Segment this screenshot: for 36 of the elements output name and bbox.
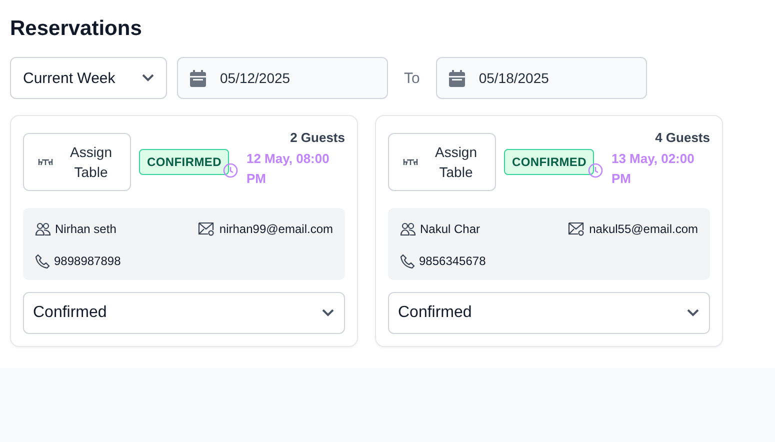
clock-icon [588, 163, 604, 178]
status-badge: CONFIRMED [504, 149, 594, 175]
people-icon [400, 222, 416, 236]
phone-icon [35, 254, 50, 268]
status-dropdown[interactable]: Confirmed [388, 292, 710, 334]
people-icon [35, 222, 51, 236]
from-date-field[interactable]: 05/12/2025 [177, 57, 388, 99]
assign-table-button[interactable]: Assign Table [23, 133, 131, 191]
guest-name: Nakul Char [420, 222, 480, 236]
calendar-icon [448, 70, 465, 86]
guest-phone: 9898987898 [54, 254, 121, 268]
assign-table-button[interactable]: Assign Table [388, 133, 496, 191]
guest-phone: 9856345678 [419, 254, 486, 268]
status-dropdown[interactable]: Confirmed [23, 292, 345, 334]
calendar-icon [190, 70, 206, 86]
status-badge: CONFIRMED [139, 149, 230, 175]
chevron-down-icon [687, 309, 699, 317]
guest-email: nirhan99@email.com [219, 222, 333, 236]
email-icon [198, 222, 216, 236]
clock-icon [223, 163, 238, 178]
to-date-field[interactable]: 05/18/2025 [436, 57, 647, 99]
phone-icon [400, 254, 415, 268]
guest-email: nakul55@email.com [589, 222, 698, 236]
chevron-down-icon [322, 309, 334, 317]
table-icon [38, 158, 53, 166]
guest-count: 4 Guests [655, 131, 710, 145]
email-icon [568, 222, 586, 236]
table-icon [403, 158, 418, 166]
guest-name: Nirhan seth [55, 222, 116, 236]
chevron-down-icon [142, 74, 154, 82]
period-dropdown[interactable]: Current Week [10, 57, 167, 99]
to-label: To [403, 70, 421, 86]
reservation-time: 13 May, 02:00 PM [611, 150, 696, 188]
guest-count: 2 Guests [290, 131, 345, 145]
page-title: Reservations [10, 16, 143, 42]
reservation-time: 12 May, 08:00 PM [246, 150, 330, 188]
